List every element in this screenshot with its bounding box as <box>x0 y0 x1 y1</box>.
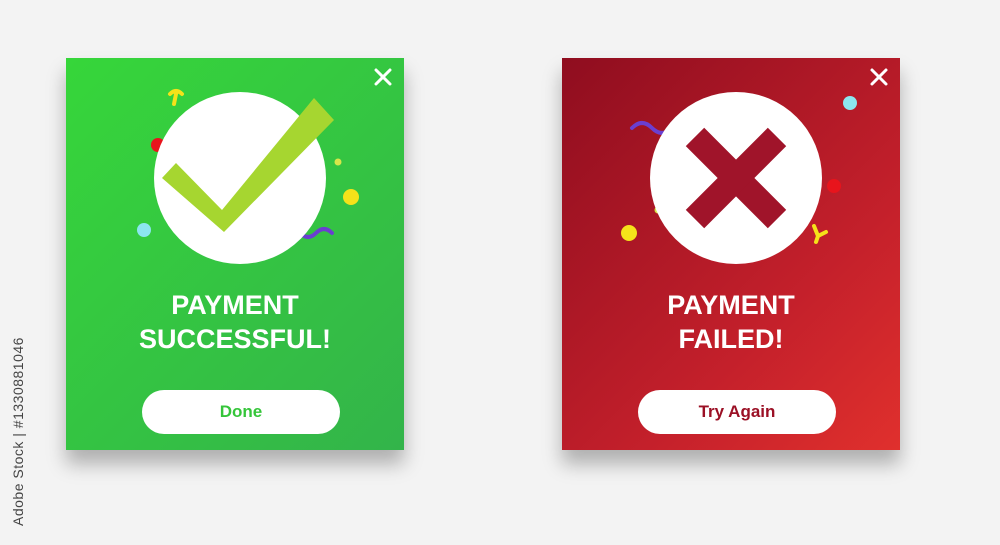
try-again-button[interactable]: Try Again <box>638 390 836 434</box>
close-icon[interactable] <box>868 66 890 88</box>
close-icon[interactable] <box>372 66 394 88</box>
payment-failed-dialog: PAYMENT FAILED! Try Again <box>562 58 900 450</box>
title-line-2: FAILED! <box>678 324 784 354</box>
page-title: PAYMENT FAILED! <box>562 288 900 356</box>
done-button[interactable]: Done <box>142 390 340 434</box>
status-circle <box>154 92 326 264</box>
title-line-1: PAYMENT <box>171 290 299 320</box>
page-title: PAYMENT SUCCESSFUL! <box>66 288 404 356</box>
stock-id-watermark: Adobe Stock | #1330881046 <box>10 337 26 526</box>
payment-success-dialog: PAYMENT SUCCESSFUL! Done <box>66 58 404 450</box>
title-line-2: SUCCESSFUL! <box>138 324 331 354</box>
title-line-1: PAYMENT <box>667 290 795 320</box>
status-circle <box>650 92 822 264</box>
